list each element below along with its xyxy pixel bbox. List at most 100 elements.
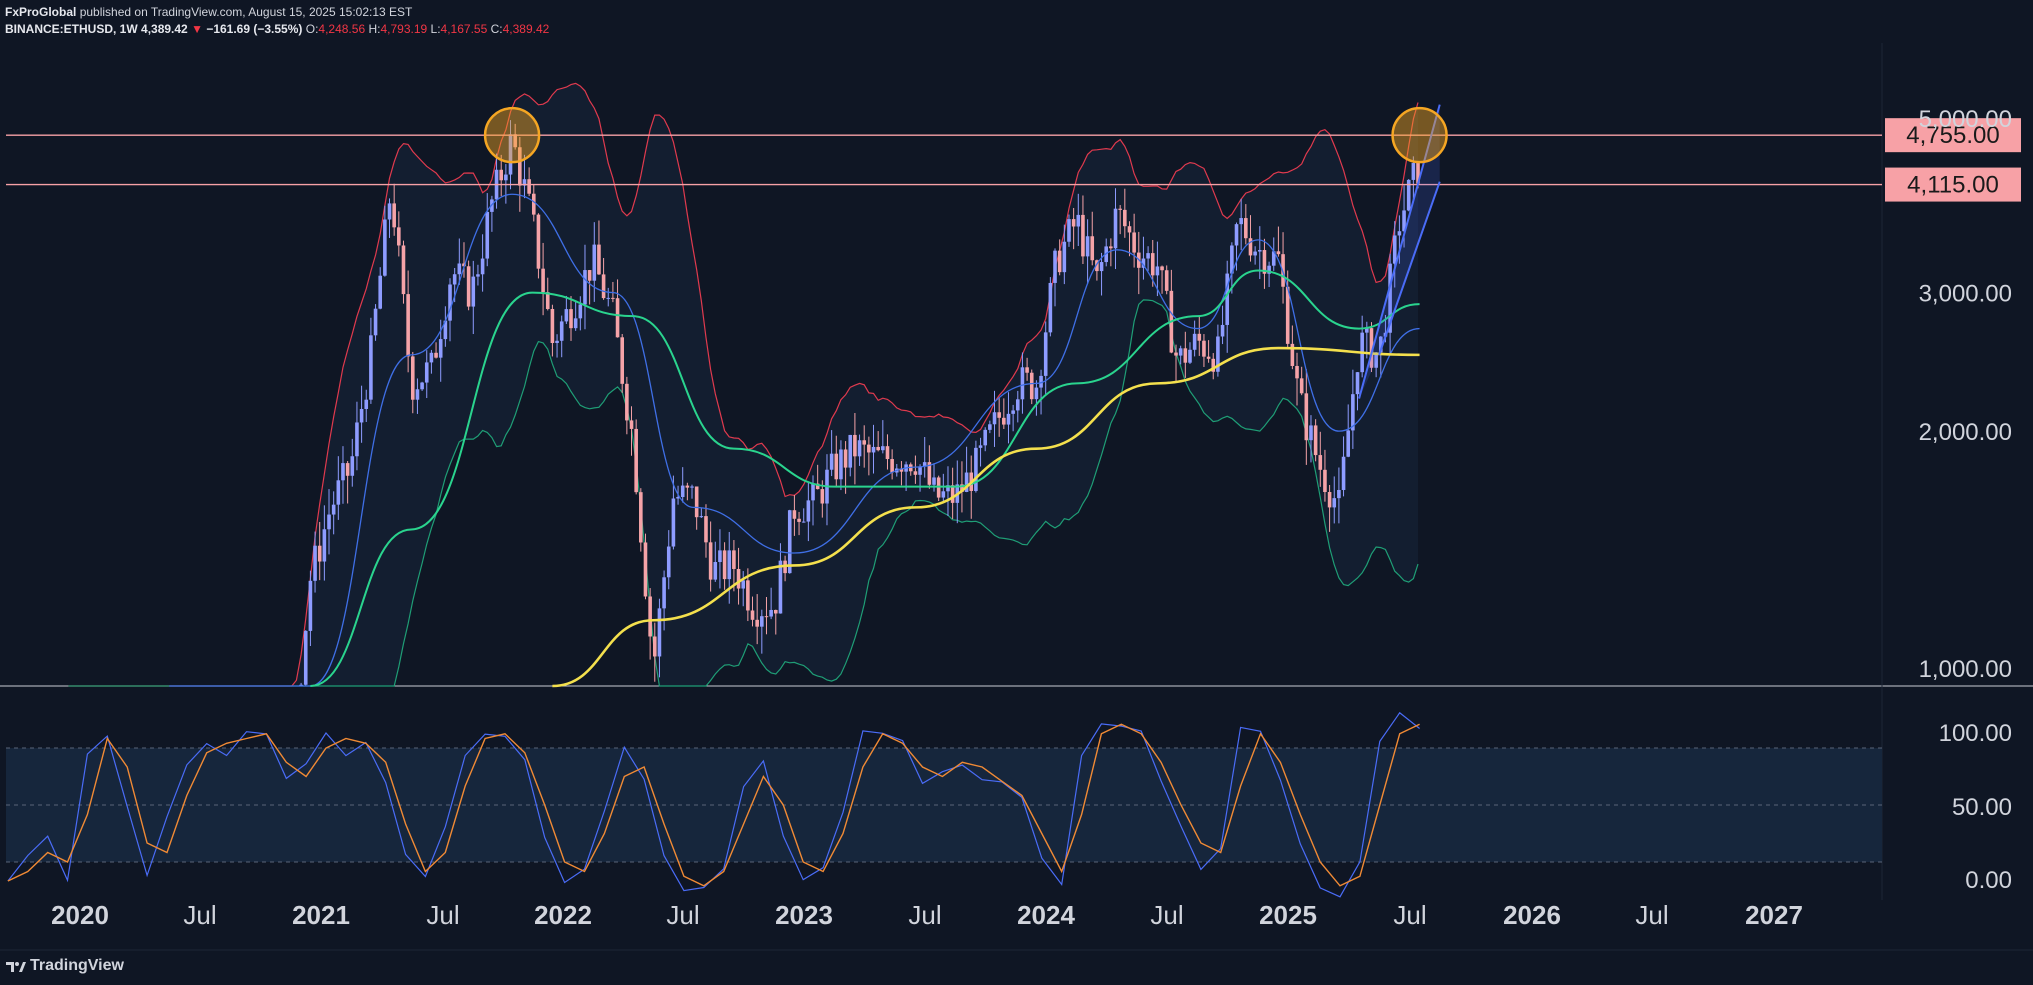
candle-body[interactable] [1155, 266, 1160, 276]
candle-body[interactable] [1020, 367, 1025, 400]
candle-body[interactable] [1127, 226, 1132, 233]
candle-body[interactable] [341, 463, 345, 481]
candle-body[interactable] [1323, 469, 1327, 493]
candle-body[interactable] [331, 504, 336, 515]
candle-body[interactable] [1150, 253, 1155, 276]
candle-body[interactable] [913, 471, 918, 475]
candle-body[interactable] [643, 542, 648, 597]
candle-body[interactable] [1276, 251, 1281, 255]
candle-body[interactable] [1239, 218, 1243, 225]
candle-body[interactable] [369, 335, 373, 400]
candle-body[interactable] [666, 546, 671, 578]
time-axis[interactable]: 2020 Jul 2021 Jul 2022 Jul 2023 Jul 2024 Jul 2025 J… [51, 900, 1803, 930]
candle-body[interactable] [406, 294, 410, 357]
candle-body[interactable] [1113, 208, 1118, 249]
candle-body[interactable] [485, 211, 490, 259]
candle-body[interactable] [1067, 219, 1071, 242]
candle-body[interactable] [746, 580, 750, 611]
candle-body[interactable] [1309, 425, 1313, 441]
candle-body[interactable] [680, 485, 685, 498]
candle-body[interactable] [592, 244, 597, 281]
candle-body[interactable] [713, 562, 718, 580]
candle-body[interactable] [657, 608, 662, 657]
candle-body[interactable] [769, 609, 773, 617]
candle-body[interactable] [741, 580, 746, 589]
candle-body[interactable] [1071, 219, 1076, 227]
candle-body[interactable] [355, 422, 359, 457]
candle-body[interactable] [313, 545, 317, 581]
candle-body[interactable] [1244, 218, 1248, 239]
candle-body[interactable] [1332, 498, 1337, 508]
candle-body[interactable] [383, 219, 387, 276]
candle-body[interactable] [317, 545, 322, 562]
candle-body[interactable] [424, 362, 429, 383]
candle-body[interactable] [843, 449, 848, 468]
candle-body[interactable] [853, 434, 857, 457]
candle-body[interactable] [392, 203, 396, 228]
candle-body[interactable] [974, 447, 978, 491]
candle-body[interactable] [1183, 348, 1188, 363]
candle-body[interactable] [1253, 251, 1257, 256]
candle-body[interactable] [629, 420, 634, 429]
candle-body[interactable] [704, 516, 708, 543]
candle-body[interactable] [1048, 282, 1053, 333]
candle-body[interactable] [662, 577, 666, 609]
candle-body[interactable] [1029, 372, 1034, 400]
candle-body[interactable] [652, 636, 657, 657]
candle-body[interactable] [1053, 250, 1057, 283]
candle-body[interactable] [685, 485, 690, 488]
candle-body[interactable] [471, 276, 476, 307]
candle-body[interactable] [1085, 236, 1090, 257]
tradingview-branding[interactable]: TradingView [6, 957, 124, 975]
candle-body[interactable] [941, 491, 946, 498]
candle-body[interactable] [1313, 425, 1318, 456]
highlight-circle[interactable] [483, 106, 541, 164]
candle-body[interactable] [1318, 455, 1323, 470]
candle-body[interactable] [1006, 413, 1011, 425]
candle-body[interactable] [876, 446, 880, 451]
candle-body[interactable] [1299, 378, 1304, 394]
candle-body[interactable] [1295, 365, 1299, 379]
candle-body[interactable] [527, 179, 531, 194]
candle-body[interactable] [438, 339, 443, 358]
candle-body[interactable] [555, 340, 559, 344]
candle-body[interactable] [308, 580, 313, 631]
candle-body[interactable] [457, 263, 462, 275]
price-axis[interactable]: 5,000.00 3,000.00 2,000.00 1,000.00 100.00 50… [1919, 106, 2012, 894]
candle-body[interactable] [545, 292, 550, 309]
candle-body[interactable] [1341, 456, 1346, 490]
candle-body[interactable] [797, 518, 801, 522]
candle-body[interactable] [1011, 410, 1015, 414]
candle-body[interactable] [1118, 208, 1122, 210]
candle-body[interactable] [1392, 235, 1397, 264]
candle-body[interactable] [573, 318, 578, 329]
candle-body[interactable] [722, 550, 727, 580]
candle-body[interactable] [601, 274, 606, 299]
candle-body[interactable] [569, 309, 573, 329]
candle-body[interactable] [881, 446, 885, 451]
candle-body[interactable] [983, 429, 988, 446]
candle-body[interactable] [410, 356, 415, 400]
candle-body[interactable] [1164, 270, 1169, 291]
candle-body[interactable] [1304, 393, 1309, 441]
candle-body[interactable] [359, 408, 364, 423]
candle-body[interactable] [634, 428, 638, 493]
candle-body[interactable] [1397, 231, 1402, 236]
candle-body[interactable] [420, 382, 424, 390]
candle-body[interactable] [1062, 241, 1067, 273]
candle-body[interactable] [932, 477, 936, 485]
candle-body[interactable] [1206, 356, 1211, 359]
candle-body[interactable] [387, 203, 392, 220]
candle-body[interactable] [611, 297, 615, 299]
candle-body[interactable] [857, 440, 862, 457]
candle-body[interactable] [364, 399, 369, 409]
candle-body[interactable] [448, 284, 452, 321]
candle-body[interactable] [1411, 163, 1416, 180]
candle-body[interactable] [606, 297, 611, 299]
candle-body[interactable] [536, 214, 541, 269]
candle-body[interactable] [1202, 340, 1206, 357]
candle-body[interactable] [1002, 417, 1006, 425]
candle-body[interactable] [848, 434, 853, 468]
candle-body[interactable] [559, 321, 564, 341]
candle-body[interactable] [820, 489, 825, 504]
